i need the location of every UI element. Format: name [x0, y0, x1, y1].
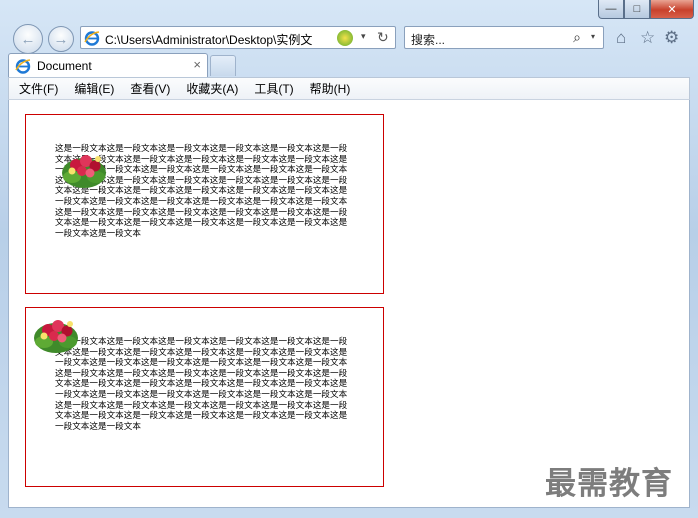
address-text: C:\Users\Administrator\Desktop\实例文: [105, 33, 313, 47]
back-arrow-icon: ←: [20, 30, 36, 48]
minimize-button[interactable]: —: [598, 0, 624, 19]
search-box[interactable]: 搜索... ⌕ ▾: [404, 26, 604, 49]
menu-file[interactable]: 文件(F): [19, 80, 58, 97]
watermark-logo: 最需教育: [545, 466, 673, 502]
menu-favorites[interactable]: 收藏夹(A): [186, 80, 238, 97]
tab-title: Document: [37, 59, 92, 73]
text-box-1: 这是一段文本这是一段文本这是一段文本这是一段文本这是一段文本这是一段文本这是一段…: [25, 114, 384, 294]
close-window-button[interactable]: ✕: [650, 0, 694, 19]
refresh-icon[interactable]: ↻: [377, 29, 389, 46]
tab-document[interactable]: Document ×: [8, 53, 208, 77]
compatibility-icon[interactable]: [337, 30, 353, 46]
forward-button[interactable]: →: [48, 26, 74, 52]
flower-image: [34, 320, 78, 353]
menu-bar: 文件(F) 编辑(E) 查看(V) 收藏夹(A) 工具(T) 帮助(H): [8, 77, 690, 100]
maximize-button[interactable]: □: [624, 0, 650, 19]
forward-arrow-icon: →: [53, 30, 69, 48]
search-icon[interactable]: ⌕: [573, 29, 581, 46]
address-bar[interactable]: C:\Users\Administrator\Desktop\实例文 ▾ ↻: [80, 26, 396, 49]
search-dropdown-icon[interactable]: ▾: [591, 32, 595, 41]
close-icon: ✕: [667, 3, 677, 16]
menu-tools[interactable]: 工具(T): [254, 80, 293, 97]
back-button[interactable]: ←: [13, 24, 43, 54]
search-placeholder: 搜索...: [411, 33, 446, 47]
flower-image: [62, 155, 106, 188]
maximize-icon: □: [633, 3, 641, 15]
text-box-2: 这是一段文本这是一段文本这是一段文本这是一段文本这是一段文本这是一段文本这是一段…: [25, 307, 384, 487]
menu-edit[interactable]: 编辑(E): [74, 80, 114, 97]
favorites-icon[interactable]: ☆: [640, 28, 655, 48]
menu-help[interactable]: 帮助(H): [310, 80, 351, 97]
ie-page-icon: [84, 31, 100, 46]
settings-icon[interactable]: ⚙: [664, 28, 679, 48]
box-2-paragraph: 这是一段文本这是一段文本这是一段文本这是一段文本这是一段文本这是一段文本这是一段…: [55, 337, 348, 432]
close-tab-icon[interactable]: ×: [193, 57, 201, 72]
address-dropdown-icon[interactable]: ▾: [361, 31, 366, 42]
new-tab-button[interactable]: [210, 55, 236, 76]
ie-tab-icon: [15, 59, 31, 74]
page-content: 这是一段文本这是一段文本这是一段文本这是一段文本这是一段文本这是一段文本这是一段…: [8, 100, 690, 508]
menu-view[interactable]: 查看(V): [130, 80, 170, 97]
window-controls: — □ ✕: [598, 0, 694, 20]
home-icon[interactable]: ⌂: [616, 28, 626, 48]
browser-window: — □ ✕ ← → C:\Users\Administrator\Desktop…: [0, 0, 698, 518]
minimize-icon: —: [605, 3, 617, 15]
